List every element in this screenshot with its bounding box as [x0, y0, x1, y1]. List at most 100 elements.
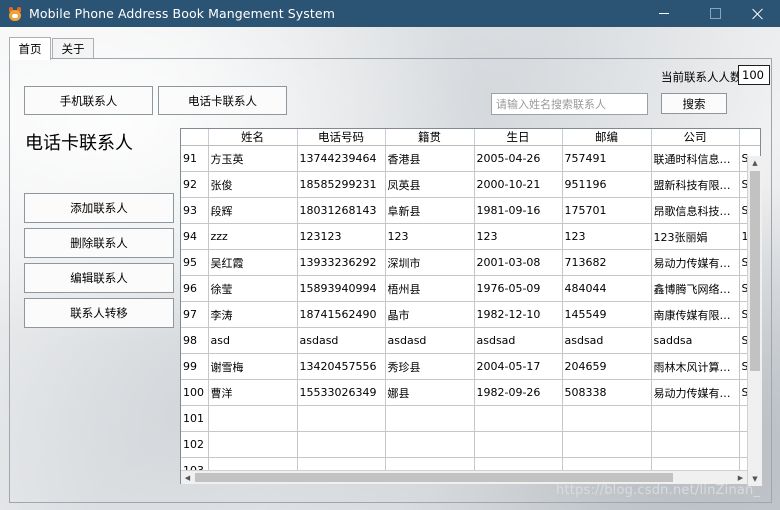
tab-about[interactable]: 关于 [52, 38, 94, 59]
table-cell[interactable]: 李涛 [208, 301, 298, 328]
transfer-contact-button[interactable]: 联系人转移 [24, 298, 174, 328]
table-cell[interactable]: 深圳市 [385, 249, 475, 276]
table-cell[interactable]: 雨林木风计算机... [651, 353, 740, 380]
horizontal-scroll-thumb[interactable] [195, 473, 673, 482]
table-cell[interactable]: 18031268143 [297, 197, 386, 224]
table-row[interactable]: 99 谢雪梅 13420457556 秀珍县 2004-05-17 204659 雨林木风计… [181, 353, 760, 380]
edit-contact-button[interactable]: 编辑联系人 [24, 263, 174, 293]
table-cell[interactable] [562, 405, 652, 432]
table-cell[interactable]: 梧州县 [385, 275, 475, 302]
table-cell[interactable]: 南康传媒有限公... [651, 301, 740, 328]
table-cell[interactable]: 123123 [297, 223, 386, 250]
vertical-scrollbar[interactable]: ▲ ▼ [747, 156, 762, 486]
table-cell[interactable]: 吴红霞 [208, 249, 298, 276]
table-row[interactable]: 97 李涛 18741562490 晶市 1982-12-10 145549 南康传媒有限公… [181, 301, 760, 328]
table-cell[interactable]: 18585299231 [297, 171, 386, 198]
table-cell[interactable]: 张俊 [208, 171, 298, 198]
column-header-company[interactable]: 公司 [651, 129, 740, 146]
table-row[interactable]: 93 段辉 18031268143 阜新县 1981-09-16 175701 昂歌信息科技… [181, 197, 760, 224]
table-cell[interactable]: 175701 [562, 197, 652, 224]
column-header-phone[interactable]: 电话号码 [297, 129, 386, 146]
table-row[interactable]: 96 徐莹 15893940994 梧州县 1976-05-09 484044 鑫博腾飞网络… [181, 275, 760, 302]
table-cell[interactable]: 2001-03-08 [474, 249, 563, 276]
vertical-scroll-thumb[interactable] [750, 171, 760, 371]
table-cell[interactable] [562, 431, 652, 458]
table-cell[interactable]: 951196 [562, 171, 652, 198]
table-cell[interactable]: zzz [208, 223, 298, 250]
table-cell[interactable]: 484044 [562, 275, 652, 302]
table-cell[interactable]: 阜新县 [385, 197, 475, 224]
table-cell[interactable]: 易动力传媒有限... [651, 379, 740, 406]
table-cell[interactable]: 徐莹 [208, 275, 298, 302]
table-cell[interactable]: asdasd [385, 327, 475, 354]
add-contact-button[interactable]: 添加联系人 [24, 193, 174, 223]
table-cell[interactable]: 204659 [562, 353, 652, 380]
table-cell[interactable]: 2004-05-17 [474, 353, 563, 380]
column-header-name[interactable]: 姓名 [208, 129, 298, 146]
table-cell[interactable] [474, 405, 563, 432]
table-cell[interactable]: asdasd [297, 327, 386, 354]
table-cell[interactable]: 凤英县 [385, 171, 475, 198]
search-button[interactable]: 搜索 [661, 93, 727, 114]
table-cell[interactable]: 联通时科信息有... [651, 145, 740, 172]
table-cell[interactable]: 15893940994 [297, 275, 386, 302]
table-cell[interactable]: 盟新科技有限公... [651, 171, 740, 198]
table-cell[interactable]: 13744239464 [297, 145, 386, 172]
horizontal-scrollbar[interactable]: ◀ ▶ [181, 470, 747, 484]
contact-count-field[interactable]: 100 [738, 65, 770, 85]
table-cell[interactable]: 1981-09-16 [474, 197, 563, 224]
table-cell[interactable] [385, 431, 475, 458]
table-row[interactable]: 102 [181, 431, 760, 458]
table-cell[interactable]: 13933236292 [297, 249, 386, 276]
table-row[interactable]: 100 曹洋 15533026349 娜县 1982-09-26 508338 易动力传媒有… [181, 379, 760, 406]
table-cell[interactable]: 123 [562, 223, 652, 250]
table-cell[interactable]: 1982-09-26 [474, 379, 563, 406]
column-header-extra[interactable] [739, 129, 760, 146]
table-cell[interactable]: asdsad [562, 327, 652, 354]
table-cell[interactable] [651, 431, 740, 458]
column-header-postcode[interactable]: 邮编 [562, 129, 652, 146]
scroll-up-icon[interactable]: ▲ [748, 156, 762, 170]
table-cell[interactable]: asd [208, 327, 298, 354]
table-cell[interactable] [297, 405, 386, 432]
table-cell[interactable] [474, 431, 563, 458]
table-cell[interactable]: 123张丽娟 [651, 223, 740, 250]
table-cell[interactable]: saddsa [651, 327, 740, 354]
table-cell[interactable]: 2005-04-26 [474, 145, 563, 172]
table-cell[interactable]: 123 [474, 223, 563, 250]
table-cell[interactable]: 1976-05-09 [474, 275, 563, 302]
table-cell[interactable]: 段辉 [208, 197, 298, 224]
table-cell[interactable]: 秀珍县 [385, 353, 475, 380]
table-cell[interactable]: 昂歌信息科技有... [651, 197, 740, 224]
table-cell[interactable]: 757491 [562, 145, 652, 172]
table-cell[interactable]: 2000-10-21 [474, 171, 563, 198]
table-cell[interactable]: 娜县 [385, 379, 475, 406]
table-cell[interactable] [651, 405, 740, 432]
table-cell[interactable] [385, 405, 475, 432]
card-contacts-button[interactable]: 电话卡联系人 [158, 86, 287, 115]
minimize-button[interactable] [641, 0, 687, 27]
table-cell[interactable]: 123 [385, 223, 475, 250]
search-input[interactable] [491, 93, 648, 115]
table-cell[interactable]: 曹洋 [208, 379, 298, 406]
table-cell[interactable]: 15533026349 [297, 379, 386, 406]
column-header-hometown[interactable]: 籍贯 [385, 129, 475, 146]
scroll-left-icon[interactable]: ◀ [181, 471, 194, 484]
table-cell[interactable]: 145549 [562, 301, 652, 328]
table-cell[interactable]: 508338 [562, 379, 652, 406]
table-row[interactable]: 92 张俊 18585299231 凤英县 2000-10-21 951196 盟新科技有限… [181, 171, 760, 198]
table-cell[interactable]: 1982-12-10 [474, 301, 563, 328]
table-cell[interactable]: 晶市 [385, 301, 475, 328]
table-row[interactable]: 94 zzz 123123 123 123 123 123张丽娟 1 [181, 223, 760, 250]
table-cell[interactable]: 713682 [562, 249, 652, 276]
table-cell[interactable]: 13420457556 [297, 353, 386, 380]
delete-contact-button[interactable]: 删除联系人 [24, 228, 174, 258]
maximize-button[interactable] [692, 0, 738, 27]
table-row[interactable]: 91 方玉英 13744239464 香港县 2005-04-26 757491 联通时科信… [181, 145, 760, 172]
table-cell[interactable]: 方玉英 [208, 145, 298, 172]
table-cell[interactable] [208, 431, 298, 458]
close-button[interactable] [734, 0, 780, 27]
table-row[interactable]: 101 [181, 405, 760, 432]
mobile-contacts-button[interactable]: 手机联系人 [24, 86, 153, 115]
table-cell[interactable] [297, 431, 386, 458]
